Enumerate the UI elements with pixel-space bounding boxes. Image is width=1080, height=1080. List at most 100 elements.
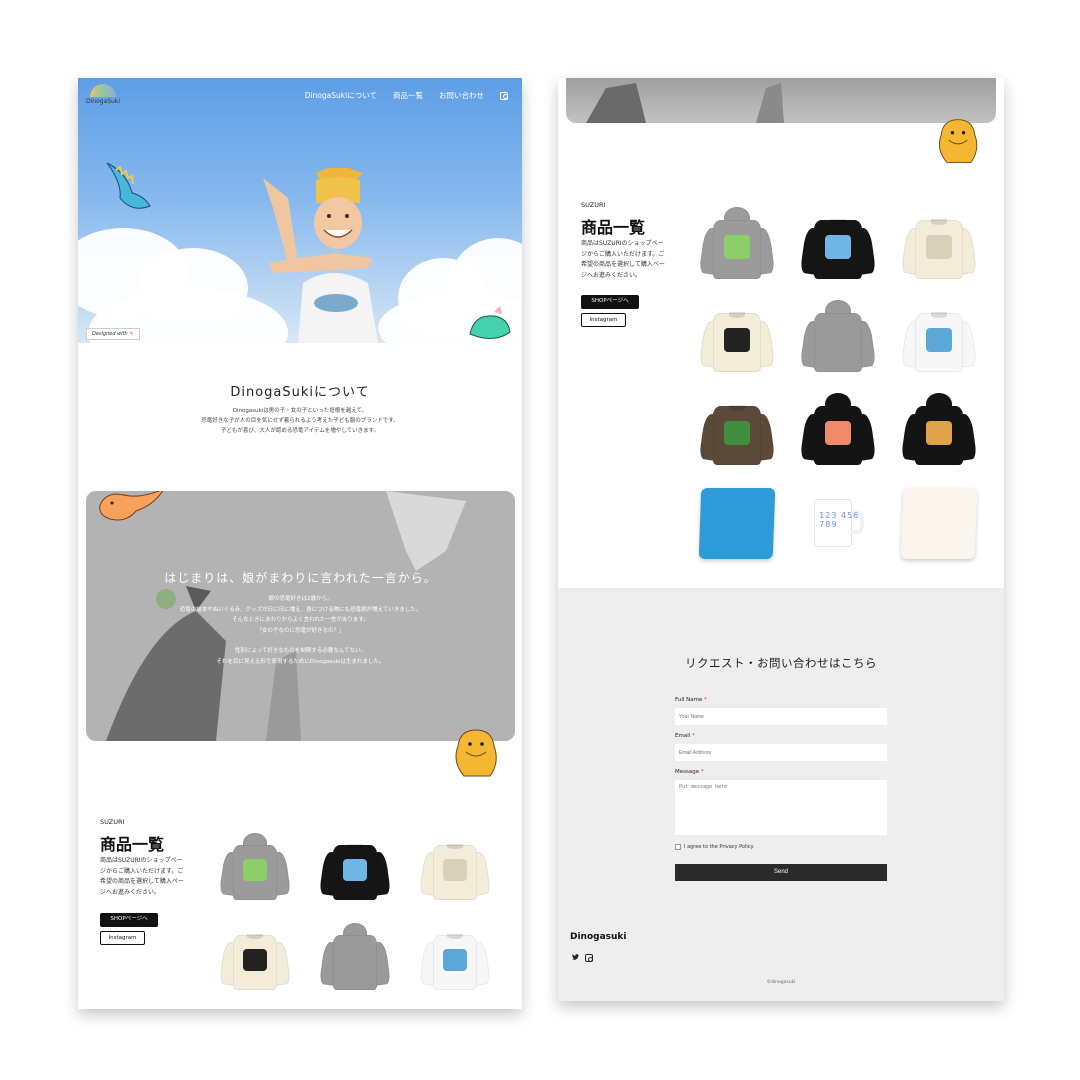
product-item-hoodie[interactable] — [796, 388, 880, 472]
garment-print — [724, 328, 750, 352]
garment-neck — [728, 404, 746, 411]
garment-print — [243, 948, 267, 971]
garment-neck — [728, 311, 746, 318]
pillow-image — [900, 487, 978, 559]
sweat-image — [319, 833, 391, 902]
garment-print — [243, 858, 267, 881]
about-line: Dinogasukiは男の子・女の子といった垣根を越えて、 — [232, 408, 368, 414]
products-label: SUZURI — [100, 818, 125, 826]
hero-child-photo — [263, 168, 378, 343]
pillow-image — [698, 487, 776, 559]
product-item-sweat[interactable] — [695, 295, 779, 379]
sweat-image — [419, 833, 491, 902]
nav-item-about[interactable]: DinogaSukiについて — [305, 90, 377, 101]
yellow-dino-sticker — [455, 729, 497, 777]
instagram-icon[interactable] — [500, 91, 508, 100]
privacy-checkbox[interactable] — [675, 844, 681, 850]
shop-page-button[interactable]: SHOPページへ — [581, 295, 639, 309]
hoodie-image — [698, 207, 776, 281]
mockup-canvas: DinogaSuki DinogaSukiについて 商品一覧 お問い合わせ De… — [0, 0, 1080, 1080]
instagram-icon[interactable] — [585, 954, 593, 962]
products-title: 商品一覧 — [100, 835, 165, 854]
product-item-hoodie[interactable] — [695, 202, 779, 286]
product-item-sweat[interactable] — [897, 202, 981, 286]
product-item-sweat[interactable] — [796, 202, 880, 286]
garment-print — [926, 235, 952, 259]
badge-text: Designed with — [92, 331, 128, 337]
product-item-hoodie[interactable] — [316, 918, 394, 996]
story-line: それを目に見える形で表現するためにDinogasukiは生まれました。 — [216, 658, 385, 665]
products-label: SUZURI — [581, 201, 606, 209]
products-desc: 商品はSUZURIのショップページからご購入いただけます。ご希望の商品を選択して… — [581, 240, 665, 279]
garment-print — [926, 421, 952, 445]
brand-logo[interactable]: DinogaSuki — [86, 82, 120, 110]
garment-print — [724, 235, 750, 259]
footer-social — [572, 954, 593, 962]
story-title: はじまりは、娘がまわりに言われた一言から。 — [164, 571, 437, 585]
hero-section: DinogaSuki DinogaSukiについて 商品一覧 お問い合わせ De… — [78, 78, 522, 343]
hoodie-image — [219, 832, 291, 902]
product-item-sweat[interactable] — [416, 828, 494, 906]
garment-print — [343, 948, 367, 971]
about-body: Dinogasukiは男の子・女の子といった垣根を越えて、 恐竜好きな子が人の目… — [78, 406, 522, 436]
name-input[interactable] — [675, 708, 887, 725]
privacy-agree-label: I agree to the Privacy Policy. — [684, 844, 755, 850]
garment-print — [443, 948, 467, 971]
orange-dino-sticker — [99, 491, 164, 521]
shop-page-button[interactable]: SHOPページへ — [100, 913, 158, 927]
product-item-mug[interactable]: 123 456 789 — [796, 481, 880, 565]
garment-neck — [829, 218, 847, 225]
hoodie-image — [319, 922, 391, 992]
required-mark: * — [704, 697, 707, 703]
required-mark: * — [700, 769, 704, 775]
nav-item-contact[interactable]: お問い合わせ — [439, 90, 484, 101]
logo-text: DinogaSuki — [86, 98, 120, 105]
hoodie-image — [799, 300, 877, 374]
garment-print — [724, 421, 750, 445]
email-input[interactable] — [675, 744, 887, 761]
email-label: Email * — [675, 733, 695, 739]
garment-neck — [930, 311, 948, 318]
garment-print — [343, 858, 367, 881]
instagram-button[interactable]: Instagram — [581, 313, 626, 327]
footer-brand: Dinogasuki — [570, 932, 627, 942]
twitter-icon[interactable] — [572, 954, 579, 962]
product-item-sweat[interactable] — [695, 388, 779, 472]
garment-print — [825, 235, 851, 259]
product-item-pillow[interactable] — [897, 481, 981, 565]
sweat-image — [900, 207, 978, 281]
email-label-text: Email — [675, 733, 691, 739]
hoodie-image — [900, 393, 978, 467]
product-item-sweat[interactable] — [216, 918, 294, 996]
product-item-sweat[interactable] — [416, 918, 494, 996]
garment-print — [825, 328, 851, 352]
product-item-sweat[interactable] — [897, 295, 981, 379]
product-item-pillow[interactable] — [695, 481, 779, 565]
story-line: 性別によって好きなものを制限する必要なんてない。 — [234, 648, 367, 654]
product-item-hoodie[interactable] — [897, 388, 981, 472]
contact-title: リクエスト・お問い合わせはこちら — [685, 656, 877, 670]
main-nav: DinogaSukiについて 商品一覧 お問い合わせ — [305, 90, 508, 101]
product-item-hoodie[interactable] — [796, 295, 880, 379]
sweat-image — [900, 300, 978, 374]
instagram-button[interactable]: Instagram — [100, 931, 145, 945]
message-label-text: Message — [675, 769, 700, 775]
pencil-icon: ✎ — [129, 331, 134, 337]
sweat-image — [698, 393, 776, 467]
story-section: はじまりは、娘がまわりに言われた一言から。 娘の恐竜好きは2歳から。 恐竜の絵本… — [86, 491, 515, 741]
message-label: Message * — [675, 769, 704, 775]
send-button[interactable]: Send — [675, 864, 887, 881]
designed-with-badge: Designed with ✎ — [86, 328, 140, 340]
mug-image: 123 456 789 — [809, 494, 868, 553]
nav-item-products[interactable]: 商品一覧 — [393, 90, 423, 101]
product-item-sweat[interactable] — [316, 828, 394, 906]
story-line: 「女の子なのに恐竜が好きなの？」 — [256, 627, 345, 634]
message-textarea[interactable] — [675, 780, 887, 835]
story-body: 娘の恐竜好きは2歳から。 恐竜の絵本やぬいぐるみ、グッズが日に日に増え、身につけ… — [86, 594, 515, 667]
product-item-hoodie[interactable] — [216, 828, 294, 906]
sweat-image — [219, 923, 291, 992]
mug-print: 123 456 789 — [819, 511, 860, 530]
name-label-text: Full Name — [675, 697, 703, 703]
products-title: 商品一覧 — [581, 218, 646, 237]
landing-page-top: DinogaSuki DinogaSukiについて 商品一覧 お問い合わせ De… — [78, 78, 522, 1009]
